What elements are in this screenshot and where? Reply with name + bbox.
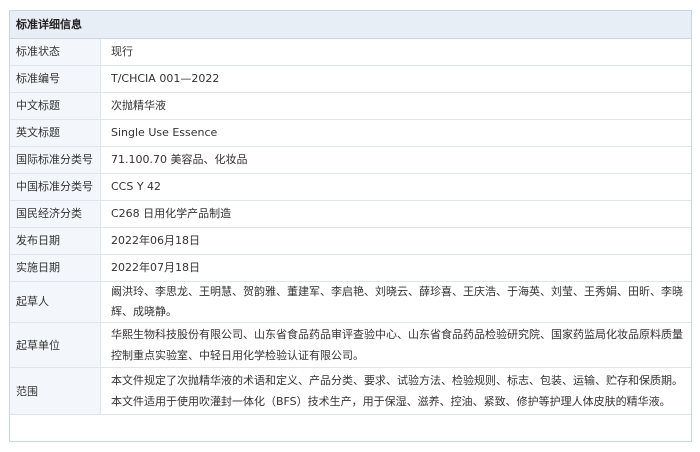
- row-value-scope: 本文件规定了次抛精华液的术语和定义、产品分类、要求、试验方法、检验规则、标志、包…: [100, 367, 691, 415]
- row-value-ccs: CCS Y 42: [100, 173, 691, 201]
- row-label-effective-date: 实施日期: [10, 254, 101, 282]
- detail-table: 标准状态 现行 标准编号 T/CHCIA 001—2022 中文标题 次抛精华液…: [10, 39, 691, 415]
- row-value-publish-date: 2022年06月18日: [100, 227, 691, 255]
- row-value-ics: 71.100.70 美容品、化妆品: [100, 146, 691, 174]
- row-label-number: 标准编号: [10, 65, 101, 93]
- row-label-chinese-title: 中文标题: [10, 92, 101, 120]
- row-label-economy-class: 国民经济分类: [10, 200, 101, 228]
- table-row: 发布日期 2022年06月18日: [10, 227, 691, 255]
- row-value-chinese-title: 次抛精华液: [100, 92, 691, 120]
- table-row: 英文标题 Single Use Essence: [10, 119, 691, 147]
- table-row: 起草单位 华熙生物科技股份有限公司、山东省食品药品审评查验中心、山东省食品药品检…: [10, 322, 691, 368]
- table-row: 中文标题 次抛精华液: [10, 92, 691, 120]
- row-value-english-title: Single Use Essence: [100, 119, 691, 147]
- table-row: 实施日期 2022年07月18日: [10, 254, 691, 282]
- row-value-drafters: 阚洪玲、李思龙、王明慧、贺韵雅、董建军、李启艳、刘晓云、薛珍喜、王庆浩、于海英、…: [100, 281, 691, 323]
- standard-detail-panel: 标准详细信息 标准状态 现行 标准编号 T/CHCIA 001—2022 中文标…: [9, 10, 692, 442]
- table-row: 中国标准分类号 CCS Y 42: [10, 173, 691, 201]
- row-label-scope: 范围: [10, 367, 101, 415]
- row-label-english-title: 英文标题: [10, 119, 101, 147]
- row-label-ics: 国际标准分类号: [10, 146, 101, 174]
- table-row: 国民经济分类 C268 日用化学产品制造: [10, 200, 691, 228]
- row-value-number: T/CHCIA 001—2022: [100, 65, 691, 93]
- table-row: 标准状态 现行: [10, 39, 691, 66]
- panel-title: 标准详细信息: [10, 11, 691, 39]
- table-row: 标准编号 T/CHCIA 001—2022: [10, 65, 691, 93]
- row-label-drafters: 起草人: [10, 281, 101, 323]
- row-value-status: 现行: [100, 39, 691, 66]
- row-value-drafting-units: 华熙生物科技股份有限公司、山东省食品药品审评查验中心、山东省食品药品检验研究院、…: [100, 322, 691, 368]
- row-label-drafting-units: 起草单位: [10, 322, 101, 368]
- table-row: 起草人 阚洪玲、李思龙、王明慧、贺韵雅、董建军、李启艳、刘晓云、薛珍喜、王庆浩、…: [10, 281, 691, 323]
- table-row: 国际标准分类号 71.100.70 美容品、化妆品: [10, 146, 691, 174]
- table-row: 范围 本文件规定了次抛精华液的术语和定义、产品分类、要求、试验方法、检验规则、标…: [10, 367, 691, 415]
- row-value-effective-date: 2022年07月18日: [100, 254, 691, 282]
- row-value-economy-class: C268 日用化学产品制造: [100, 200, 691, 228]
- row-label-ccs: 中国标准分类号: [10, 173, 101, 201]
- row-label-status: 标准状态: [10, 39, 101, 66]
- row-label-publish-date: 发布日期: [10, 227, 101, 255]
